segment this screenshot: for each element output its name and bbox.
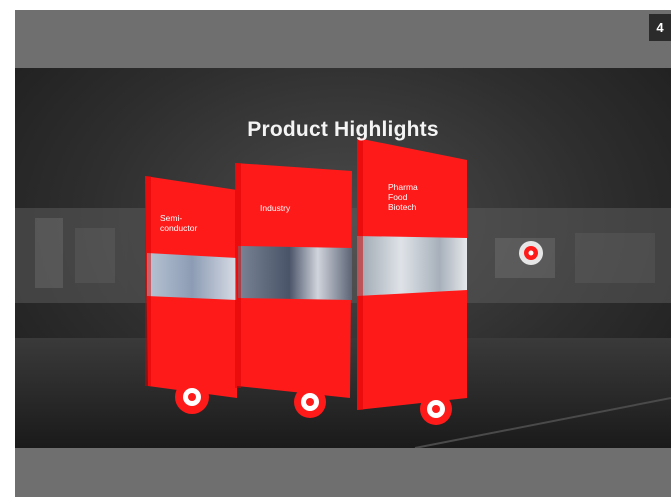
hotspot-industry[interactable] bbox=[294, 386, 326, 418]
hotspot-semiconductor[interactable] bbox=[175, 380, 209, 414]
page-number-badge: 4 bbox=[649, 14, 671, 41]
panel-label-pharma: Pharma Food Biotech bbox=[388, 182, 418, 212]
panel-pharma-food-biotech[interactable] bbox=[357, 138, 467, 410]
panel-label-industry: Industry bbox=[260, 203, 291, 213]
panel-semiconductor[interactable] bbox=[145, 176, 237, 398]
scene-title: Product Highlights bbox=[247, 118, 439, 141]
hotspot-pharma[interactable] bbox=[420, 393, 452, 425]
panel-industry[interactable] bbox=[235, 163, 352, 398]
scene-viewer[interactable]: Product Highlights Semi- conductor Indus… bbox=[15, 68, 671, 448]
panel-label-semiconductor: Semi- conductor bbox=[160, 213, 198, 233]
top-toolbar: 4 bbox=[15, 10, 671, 68]
hotspot-background[interactable] bbox=[519, 241, 543, 265]
bottom-toolbar bbox=[15, 448, 671, 497]
presentation-frame: 4 Product Highlights Semi- conductor Ind… bbox=[15, 10, 671, 497]
